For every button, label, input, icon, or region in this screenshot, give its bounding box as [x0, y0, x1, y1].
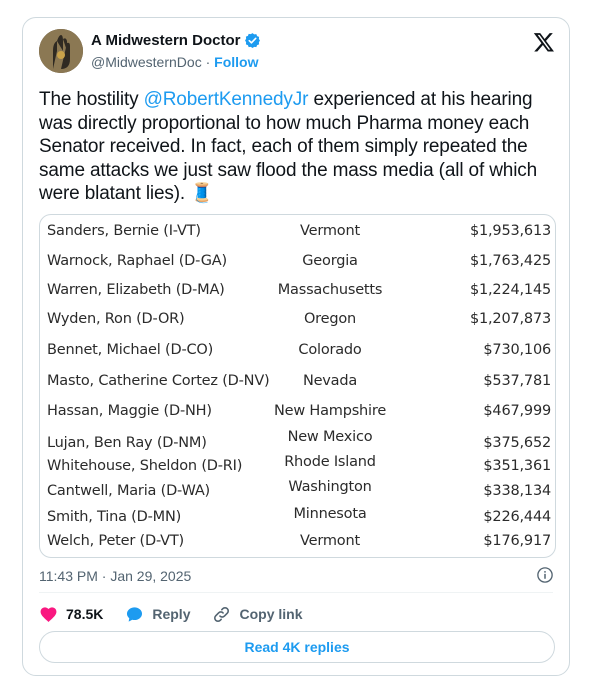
like-count: 78.5K: [66, 606, 104, 622]
pharma-amount: $375,652: [483, 435, 551, 451]
senator-name: Masto, Catherine Cortez (D-NV): [47, 373, 270, 389]
senator-state: Massachusetts: [277, 282, 383, 298]
senator-name: Smith, Tina (D-MN): [47, 509, 182, 525]
info-icon[interactable]: [536, 566, 554, 584]
table-row: Smith, Tina (D-MN) Minnesota $226,444: [40, 506, 555, 531]
table-row: Masto, Catherine Cortez (D-NV) Nevada $537…: [40, 373, 555, 395]
senator-state: New Mexico: [287, 429, 373, 445]
pharma-amount: $1,763,425: [469, 253, 551, 269]
like-button[interactable]: 78.5K: [39, 605, 103, 624]
pharma-amount: $176,917: [483, 533, 551, 549]
copy-link-label: Copy link: [239, 606, 303, 622]
senator-name: Hassan, Maggie (D-NH): [47, 403, 212, 419]
pharma-amount: $1,207,873: [469, 311, 551, 327]
author-handle[interactable]: @MidwesternDoc: [91, 54, 202, 70]
author-handle-row: @MidwesternDoc · Follow: [91, 54, 258, 70]
senator-name: Warnock, Raphael (D-GA): [47, 253, 227, 269]
senator-state: Georgia: [302, 253, 358, 269]
senator-state: Colorado: [298, 342, 362, 358]
x-logo-icon[interactable]: [533, 31, 555, 53]
table-row: Cantwell, Maria (D-WA) Washington $338,134: [40, 479, 555, 505]
link-icon: [214, 606, 230, 622]
senator-name: Welch, Peter (D-VT): [47, 533, 184, 549]
senator-name: Lujan, Ben Ray (D-NM): [47, 435, 207, 451]
avatar-image: [39, 29, 83, 73]
senator-name: Bennet, Michael (D-CO): [47, 342, 214, 358]
heart-icon: [40, 606, 57, 622]
senator-name: Wyden, Ron (D-OR): [47, 311, 185, 327]
pharma-amount: $338,134: [483, 483, 551, 499]
table-row: Hassan, Maggie (D-NH) New Hampshire $467,9…: [40, 403, 555, 425]
tweet-text-before: The hostility: [39, 89, 144, 110]
table-row: Warnock, Raphael (D-GA) Georgia $1,763,425: [40, 253, 555, 275]
reply-button[interactable]: Reply: [125, 605, 190, 624]
senator-name: Cantwell, Maria (D-WA): [47, 483, 211, 499]
senator-pharma-table: Sanders, Bernie (I-VT) Vermont $1,953,613 W…: [40, 215, 555, 557]
tweet-timestamp[interactable]: 11:43 PM · Jan 29, 2025: [39, 568, 191, 584]
table-row: Warren, Elizabeth (D-MA) Massachusetts $1,…: [40, 282, 555, 304]
verified-badge-icon: [245, 33, 261, 48]
pharma-amount: $467,999: [483, 403, 551, 419]
reply-label: Reply: [152, 606, 191, 622]
tweet-card: A Midwestern Doctor @MidwesternDoc · Fol…: [22, 17, 570, 676]
table-row: Bennet, Michael (D-CO) Colorado $730,106: [40, 342, 555, 364]
table-row: Wyden, Ron (D-OR) Oregon $1,207,873: [40, 311, 555, 333]
avatar[interactable]: [39, 29, 83, 73]
copy-link-button[interactable]: Copy link: [212, 605, 303, 624]
table-row: Whitehouse, Sheldon (D-RI) Rhode Island $3…: [40, 454, 555, 480]
pharma-amount: $226,444: [483, 509, 551, 525]
thread-emoji: 🧵: [190, 183, 214, 204]
pharma-amount: $730,106: [483, 342, 551, 358]
author-name-row[interactable]: A Midwestern Doctor: [91, 32, 261, 49]
pharma-amount: $1,953,613: [469, 223, 551, 239]
senator-state: Washington: [288, 479, 372, 495]
tweet-media-image[interactable]: Sanders, Bernie (I-VT) Vermont $1,953,613 W…: [39, 214, 556, 558]
table-row: Sanders, Bernie (I-VT) Vermont $1,953,613: [40, 223, 555, 245]
senator-name: Whitehouse, Sheldon (D-RI): [47, 458, 243, 474]
author-name[interactable]: A Midwestern Doctor: [91, 32, 240, 49]
senator-state: Rhode Island: [284, 454, 376, 470]
senator-state: Vermont: [300, 223, 360, 239]
senator-state: New Hampshire: [273, 403, 387, 419]
action-bar: 78.5K Reply Copy link: [39, 602, 325, 626]
divider: [39, 592, 553, 593]
senator-state: Nevada: [302, 373, 358, 389]
pharma-amount: $351,361: [483, 458, 551, 474]
separator-dot: ·: [205, 54, 211, 70]
mention-link[interactable]: @RobertKennedyJr: [144, 89, 309, 110]
follow-button[interactable]: Follow: [214, 54, 258, 70]
table-row: Welch, Peter (D-VT) Vermont $176,917: [40, 533, 555, 555]
senator-name: Warren, Elizabeth (D-MA): [47, 282, 225, 298]
pharma-amount: $1,224,145: [469, 282, 551, 298]
senator-state: Oregon: [303, 311, 357, 327]
senator-state: Minnesota: [293, 506, 367, 522]
pharma-amount: $537,781: [483, 373, 551, 389]
senator-state: Vermont: [300, 533, 360, 549]
reply-icon: [127, 606, 143, 622]
senator-name: Sanders, Bernie (I-VT): [47, 223, 201, 239]
read-replies-button[interactable]: Read 4K replies: [39, 631, 555, 663]
tweet-text: The hostility @RobertKennedyJr experienc…: [39, 88, 555, 206]
